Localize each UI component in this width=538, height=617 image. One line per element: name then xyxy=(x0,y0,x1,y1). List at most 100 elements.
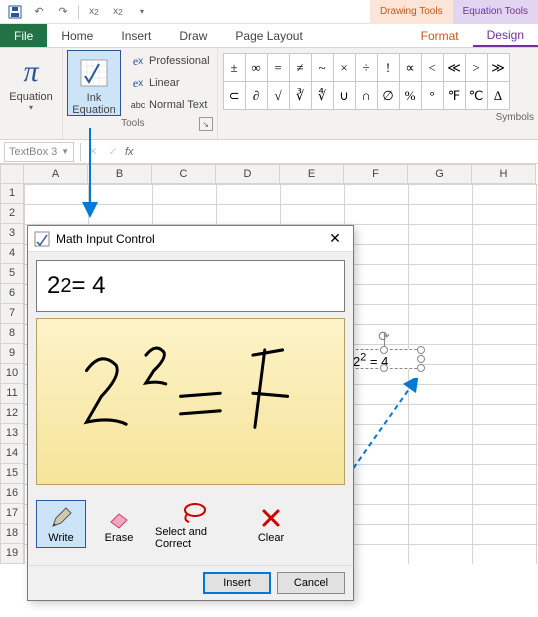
symbol-cell[interactable]: = xyxy=(267,53,290,82)
tab-home[interactable]: Home xyxy=(47,24,107,47)
symbol-cell[interactable]: ℉ xyxy=(443,81,466,110)
column-header[interactable]: C xyxy=(152,164,216,184)
enter-formula-icon[interactable]: ✓ xyxy=(103,142,123,162)
row-header[interactable]: 9 xyxy=(0,344,24,364)
name-box[interactable]: TextBox 3 ▼ xyxy=(4,142,74,162)
subscript-icon[interactable]: x2 xyxy=(83,2,105,22)
equation-shape[interactable]: 22 = 4 ⟳ xyxy=(346,349,422,369)
symbol-cell[interactable]: ∜ xyxy=(311,81,334,110)
equation-button[interactable]: π Equation ▾ xyxy=(4,50,58,115)
symbol-cell[interactable]: ± xyxy=(223,53,246,82)
row-header[interactable]: 2 xyxy=(0,204,24,224)
clear-tool[interactable]: Clear xyxy=(246,501,296,547)
row-header[interactable]: 13 xyxy=(0,424,24,444)
column-header[interactable]: F xyxy=(344,164,408,184)
symbol-cell[interactable]: ° xyxy=(421,81,444,110)
write-tool[interactable]: Write xyxy=(36,500,86,548)
tab-insert[interactable]: Insert xyxy=(107,24,165,47)
linear-button[interactable]: ex Linear xyxy=(127,72,213,94)
redo-icon[interactable]: ↷ xyxy=(52,2,74,22)
symbol-cell[interactable]: ~ xyxy=(311,53,334,82)
close-button[interactable]: ✕ xyxy=(323,229,347,249)
symbols-group-label: Symbols xyxy=(496,110,534,126)
normal-text-button[interactable]: abc Normal Text xyxy=(127,94,213,116)
formula-bar: TextBox 3 ▼ ✕ ✓ fx xyxy=(0,140,538,164)
row-header[interactable]: 19 xyxy=(0,544,24,564)
column-header[interactable]: E xyxy=(280,164,344,184)
column-header[interactable]: B xyxy=(88,164,152,184)
tab-file[interactable]: File xyxy=(0,24,47,47)
cancel-formula-icon[interactable]: ✕ xyxy=(83,142,103,162)
symbol-cell[interactable]: ≫ xyxy=(487,53,510,82)
symbol-cell[interactable]: ⊂ xyxy=(223,81,246,110)
symbol-cell[interactable]: √ xyxy=(267,81,290,110)
tab-draw[interactable]: Draw xyxy=(165,24,221,47)
row-header[interactable]: 10 xyxy=(0,364,24,384)
tools-dialog-launcher[interactable]: ↘ xyxy=(199,117,213,131)
row-header[interactable]: 6 xyxy=(0,284,24,304)
symbol-cell[interactable]: > xyxy=(465,53,488,82)
symbol-cell[interactable]: ≠ xyxy=(289,53,312,82)
row-header[interactable]: 3 xyxy=(0,224,24,244)
symbol-cell[interactable]: ≪ xyxy=(443,53,466,82)
row-header[interactable]: 8 xyxy=(0,324,24,344)
qat-dropdown-icon[interactable]: ▾ xyxy=(131,2,153,22)
tab-design[interactable]: Design xyxy=(473,24,538,47)
symbol-cell[interactable]: ∝ xyxy=(399,53,422,82)
row-header[interactable]: 5 xyxy=(0,264,24,284)
resize-handle[interactable] xyxy=(417,364,425,372)
symbol-cell[interactable]: ∛ xyxy=(289,81,312,110)
row-header[interactable]: 7 xyxy=(0,304,24,324)
save-icon[interactable] xyxy=(4,2,26,22)
symbol-cell[interactable]: ∪ xyxy=(333,81,356,110)
row-header[interactable]: 11 xyxy=(0,384,24,404)
symbol-cell[interactable]: % xyxy=(399,81,422,110)
symbol-cell[interactable]: ÷ xyxy=(355,53,378,82)
superscript-icon[interactable]: x2 xyxy=(107,2,129,22)
column-header[interactable]: A xyxy=(24,164,88,184)
resize-handle[interactable] xyxy=(380,346,388,354)
tab-page-layout[interactable]: Page Layout xyxy=(221,24,316,47)
symbol-cell[interactable]: ∂ xyxy=(245,81,268,110)
row-header[interactable]: 15 xyxy=(0,464,24,484)
symbol-cell[interactable]: ∅ xyxy=(377,81,400,110)
resize-handle[interactable] xyxy=(417,355,425,363)
column-header[interactable]: G xyxy=(408,164,472,184)
column-header[interactable]: D xyxy=(216,164,280,184)
erase-tool[interactable]: Erase xyxy=(94,501,144,547)
symbol-cell[interactable]: ∩ xyxy=(355,81,378,110)
symbol-cell[interactable]: ! xyxy=(377,53,400,82)
fx-icon[interactable]: fx xyxy=(125,146,134,158)
row-header[interactable]: 17 xyxy=(0,504,24,524)
row-header[interactable]: 18 xyxy=(0,524,24,544)
select-correct-tool[interactable]: Select and Correct xyxy=(152,495,238,553)
undo-icon[interactable]: ↶ xyxy=(28,2,50,22)
resize-handle[interactable] xyxy=(417,346,425,354)
row-header[interactable]: 12 xyxy=(0,404,24,424)
symbol-cell[interactable]: ∆ xyxy=(487,81,510,110)
name-box-dropdown-icon[interactable]: ▼ xyxy=(61,147,69,156)
select-all-corner[interactable] xyxy=(0,164,24,184)
group-symbols: ±∞=≠~×÷!∝<≪>≫ ⊂∂√∛∜∪∩∅%°℉℃∆ Symbols xyxy=(218,48,538,139)
drawing-tools-group: Drawing Tools xyxy=(370,0,453,24)
row-header[interactable]: 4 xyxy=(0,244,24,264)
tab-format[interactable]: Format xyxy=(407,24,473,47)
symbol-cell[interactable]: ∞ xyxy=(245,53,268,82)
insert-button[interactable]: Insert xyxy=(203,572,271,594)
row-header[interactable]: 14 xyxy=(0,444,24,464)
cancel-button[interactable]: Cancel xyxy=(277,572,345,594)
ink-canvas[interactable] xyxy=(36,318,345,485)
group-equation: π Equation ▾ xyxy=(0,48,63,139)
row-header[interactable]: 16 xyxy=(0,484,24,504)
symbol-cell[interactable]: × xyxy=(333,53,356,82)
ink-equation-button[interactable]: Ink Equation xyxy=(67,50,121,116)
column-header[interactable]: H xyxy=(472,164,536,184)
symbol-cell[interactable]: ℃ xyxy=(465,81,488,110)
professional-button[interactable]: ex Professional xyxy=(127,50,213,72)
dialog-titlebar[interactable]: Math Input Control ✕ xyxy=(28,226,353,252)
symbol-cell[interactable]: < xyxy=(421,53,444,82)
resize-handle[interactable] xyxy=(380,364,388,372)
clear-icon xyxy=(257,504,285,532)
select-correct-label: Select and Correct xyxy=(155,526,235,550)
row-header[interactable]: 1 xyxy=(0,184,24,204)
